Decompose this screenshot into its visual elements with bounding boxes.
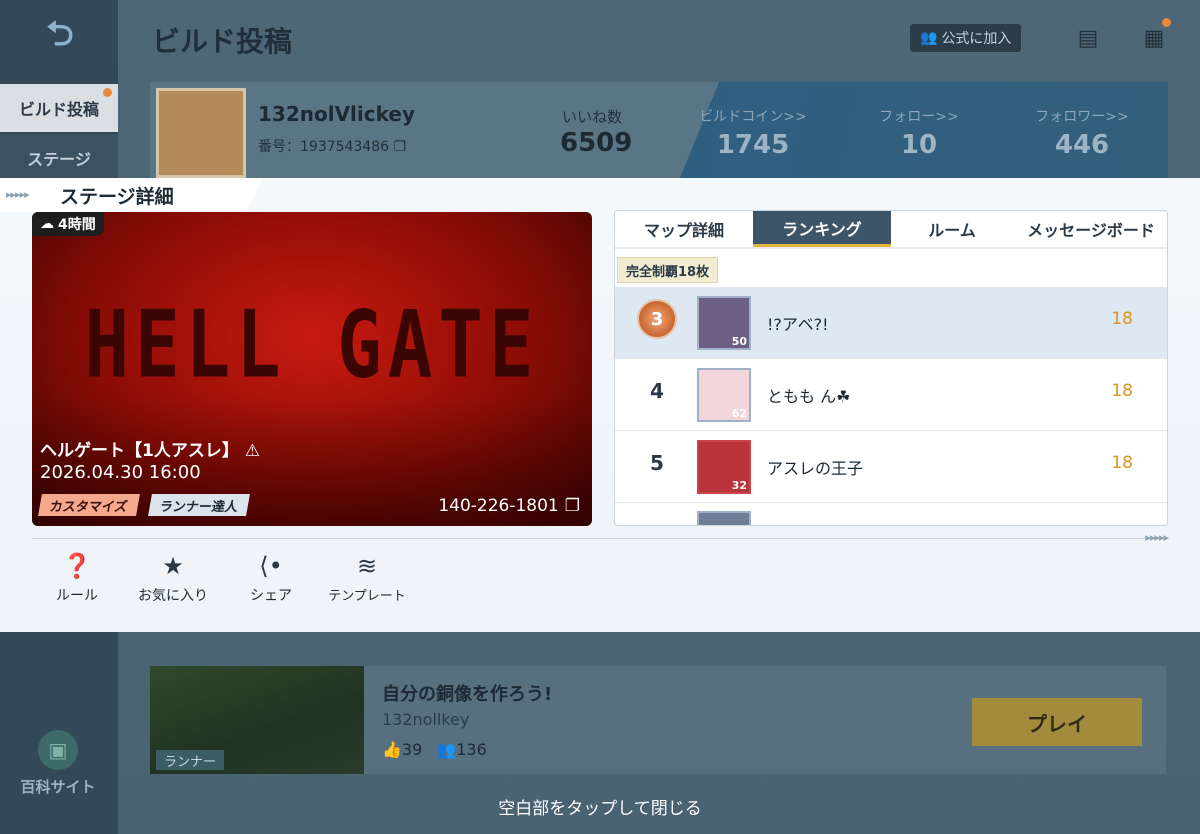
player-name: !?アベ?! (767, 315, 829, 334)
action-label: お気に入り (138, 588, 208, 604)
copy-icon[interactable]: ❐ (565, 496, 580, 516)
template-button[interactable]: ≋ テンプレート (322, 551, 412, 604)
people-icon: 👥 (436, 740, 457, 759)
action-label: テンプレート (328, 589, 406, 604)
modal-title: ステージ詳細 (60, 186, 174, 208)
user-add-icon: 👥 (920, 30, 938, 46)
stat-label: フォロー>> (879, 109, 959, 125)
cloud-upload-icon: ☁ (40, 216, 54, 232)
star-icon: ★ (162, 552, 184, 580)
close-hint[interactable]: 空白部をタップして閉じる (0, 794, 1200, 819)
featured-thumbnail: ランナー (150, 666, 364, 774)
stage-art-title: HELL GATE (84, 291, 540, 399)
stat-label: フォロワー>> (1035, 109, 1129, 125)
likes-value: 6509 (560, 128, 633, 158)
stage-name: ヘルゲート【1人アスレ】 ⚠ (40, 441, 260, 461)
stat-value: 446 (1054, 130, 1110, 160)
tag-customize: カスタマイズ (38, 494, 140, 516)
player-name: ともも ん☘ (767, 387, 851, 406)
book-icon: ▣ (38, 730, 78, 770)
stage-detail-modal: ▸▸▸▸▸ ステージ詳細 ☁ 4時間 HELL GATE ヘルゲート【1人アスレ… (0, 178, 1200, 632)
time-badge-label: 4時間 (58, 217, 96, 233)
featured-title: 自分の銅像を作ろう! (382, 684, 553, 705)
score: 18 (1111, 453, 1133, 473)
filter-chip[interactable]: 完全制覇18枚 (617, 257, 719, 283)
stage-code[interactable]: 140-226-1801 ❐ (438, 496, 580, 516)
featured-stage-card[interactable]: ランナー 自分の銅像を作ろう! 132nollkey 👍39 👥136 プレイ (150, 666, 1166, 774)
page-title: ビルド投稿 (152, 25, 293, 58)
likes-label: いいね数 (562, 108, 623, 126)
players-stat: 👥136 (436, 740, 487, 759)
sidebar-item-build-post[interactable]: ビルド投稿 (0, 84, 118, 132)
avatar[interactable]: 50 (697, 296, 751, 350)
tab-message-board[interactable]: メッセージボード (1013, 211, 1167, 247)
tab-room[interactable]: ルーム (891, 211, 1013, 247)
play-button[interactable]: プレイ (972, 698, 1142, 746)
score: 18 (1111, 381, 1133, 401)
rules-button[interactable]: ❓ ルール (32, 551, 122, 605)
tag-runner: ランナー (156, 750, 225, 770)
profile-bar: 132nolVlickey 番号：1937543486 ❐ いいね数 6509 … (150, 82, 1168, 178)
tab-ranking[interactable]: ランキング (753, 211, 891, 247)
action-label: ルール (56, 588, 98, 604)
action-bar: ▸▸▸▸▸ ❓ ルール ★ お気に入り ⟨• シェア ≋ テンプレート (32, 531, 1169, 604)
stage-thumbnail[interactable]: ☁ 4時間 HELL GATE ヘルゲート【1人アスレ】 ⚠ 2026.04.3… (32, 212, 592, 526)
thumbs-up-icon: 👍 (382, 740, 402, 759)
ranking-panel: マップ詳細 ランキング ルーム メッセージボード 完全制覇18枚 3 50 !?… (614, 210, 1168, 526)
likes-stat: 👍39 (382, 740, 423, 759)
level: 32 (731, 479, 747, 492)
avatar[interactable]: 62 (697, 368, 751, 422)
tab-bar: マップ詳細 ランキング ルーム メッセージボード (615, 211, 1167, 249)
level: 62 (731, 407, 747, 420)
stat-follow[interactable]: フォロー>> 10 (864, 106, 974, 160)
favorite-button[interactable]: ★ お気に入り (128, 551, 218, 605)
share-icon: ⟨• (259, 552, 283, 580)
avatar[interactable] (697, 511, 751, 525)
join-label: 公式に加入 (941, 31, 1012, 47)
layers-icon: ≋ (356, 552, 378, 580)
join-official-button[interactable]: 👥 公式に加入 (910, 24, 1022, 52)
stat-followers[interactable]: フォロワー>> 446 (1022, 106, 1142, 160)
copy-icon[interactable]: ❐ (394, 139, 407, 155)
table-row[interactable]: 3 50 !?アベ?! 18 (615, 287, 1167, 359)
back-arrow-icon[interactable]: ⮌ (30, 14, 90, 58)
avatar[interactable]: 32 (697, 440, 751, 494)
bronze-medal-icon: 3 (637, 299, 677, 339)
sidebar-item-stage[interactable]: ステージ (0, 134, 118, 182)
sidebar-item-label: ステージ (27, 150, 91, 169)
username: 132nolVlickey (258, 102, 415, 126)
featured-user: 132nollkey (382, 710, 470, 729)
table-row[interactable]: 4 62 ともも ん☘ 18 (615, 359, 1167, 431)
rank-number: 4 (650, 379, 664, 403)
score: 18 (1111, 309, 1133, 329)
stat-build-coin[interactable]: ビルドコイン>> 1745 (698, 106, 808, 160)
featured-stats: 👍39 👥136 (382, 740, 487, 759)
arrow-decoration: ▸▸▸▸▸ (6, 188, 30, 201)
document-icon[interactable]: ▤ (1074, 24, 1102, 52)
player-name: アスレの王子 (767, 459, 864, 478)
wiki-button[interactable]: ▣ 百科サイト (8, 730, 108, 797)
arrow-decoration: ▸▸▸▸▸ (1145, 531, 1169, 544)
stage-code-text: 140-226-1801 (438, 496, 559, 516)
share-button[interactable]: ⟨• シェア (226, 551, 316, 605)
message-icon[interactable]: ▦ (1140, 24, 1168, 52)
level: 50 (731, 335, 747, 348)
table-row[interactable]: 5 32 アスレの王子 18 (615, 431, 1167, 503)
user-id: 番号：1937543486 ❐ (258, 139, 407, 155)
avatar[interactable] (156, 88, 246, 178)
help-book-icon: ❓ (62, 552, 92, 580)
table-row[interactable] (615, 503, 1167, 525)
stat-label: ビルドコイン>> (699, 109, 807, 125)
sidebar-item-label: ビルド投稿 (18, 100, 99, 119)
stage-date: 2026.04.30 16:00 (40, 462, 201, 483)
time-badge: ☁ 4時間 (32, 212, 104, 236)
rank-number: 5 (650, 451, 664, 475)
action-label: シェア (250, 588, 292, 604)
stat-value: 1745 (716, 130, 790, 160)
tag-runner-master: ランナー達人 (148, 494, 250, 516)
tab-map-detail[interactable]: マップ詳細 (615, 211, 753, 247)
notification-dot (1162, 18, 1171, 27)
stat-value: 10 (900, 130, 938, 160)
